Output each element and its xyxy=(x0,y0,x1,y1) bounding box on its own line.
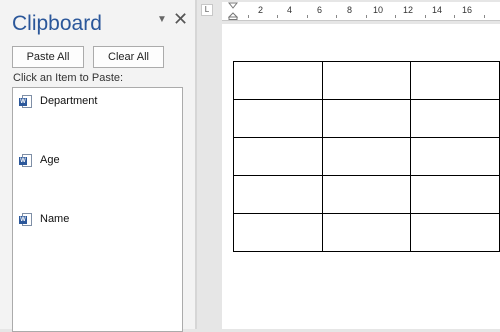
pane-title: Clipboard xyxy=(12,12,102,35)
clear-all-button[interactable]: Clear All xyxy=(93,46,164,68)
table-cell[interactable] xyxy=(410,175,500,214)
table-cell[interactable] xyxy=(321,213,412,252)
clipboard-item-label: Name xyxy=(40,213,70,225)
close-icon[interactable]: ✕ xyxy=(173,10,188,28)
table-row xyxy=(233,175,500,214)
paste-all-button[interactable]: Paste All xyxy=(12,46,84,68)
table-cell[interactable] xyxy=(410,137,500,176)
table-cell[interactable] xyxy=(321,99,412,138)
ruler-number: 6 xyxy=(317,5,323,15)
table-row xyxy=(233,61,500,100)
word-doc-icon: W xyxy=(19,95,32,109)
ruler-number: 8 xyxy=(347,5,353,15)
ruler-number: 16 xyxy=(462,5,473,15)
table-cell[interactable] xyxy=(321,175,412,214)
clipboard-item-label: Age xyxy=(40,154,60,166)
clipboard-items-list: W Department W Age W Name xyxy=(12,87,183,332)
table-cell[interactable] xyxy=(321,61,412,100)
pane-options-icon[interactable]: ▼ xyxy=(157,14,167,25)
table-cell[interactable] xyxy=(410,213,500,252)
indent-marker-icon[interactable] xyxy=(228,2,238,20)
ruler-number: 10 xyxy=(373,5,384,15)
table-cell[interactable] xyxy=(410,61,500,100)
table-cell[interactable] xyxy=(233,175,323,214)
ruler-number: 14 xyxy=(432,5,443,15)
table-row xyxy=(233,213,500,252)
table-cell[interactable] xyxy=(233,61,323,100)
table-cell[interactable] xyxy=(233,99,323,138)
clipboard-item-department[interactable]: W Department xyxy=(19,95,97,109)
table-cell[interactable] xyxy=(410,99,500,138)
table-row xyxy=(233,99,500,138)
ruler-number: 12 xyxy=(403,5,414,15)
word-doc-icon: W xyxy=(19,154,32,168)
clipboard-item-age[interactable]: W Age xyxy=(19,154,60,168)
clipboard-pane: Clipboard ▼ ✕ Paste All Clear All Click … xyxy=(0,0,195,332)
instruction-label: Click an Item to Paste: xyxy=(13,72,124,84)
tab-selector[interactable]: L xyxy=(201,4,213,16)
word-doc-icon: W xyxy=(19,213,32,227)
table-cell[interactable] xyxy=(321,137,412,176)
table-cell[interactable] xyxy=(233,137,323,176)
clipboard-item-name[interactable]: W Name xyxy=(19,213,69,227)
ruler-number: 4 xyxy=(287,5,293,15)
table-row xyxy=(233,137,500,176)
document-table[interactable] xyxy=(233,61,500,252)
clipboard-item-label: Department xyxy=(40,95,98,107)
horizontal-ruler[interactable]: 2 4 6 8 10 12 14 16 xyxy=(222,2,500,21)
ruler-number: 2 xyxy=(258,5,264,15)
table-cell[interactable] xyxy=(233,213,323,252)
